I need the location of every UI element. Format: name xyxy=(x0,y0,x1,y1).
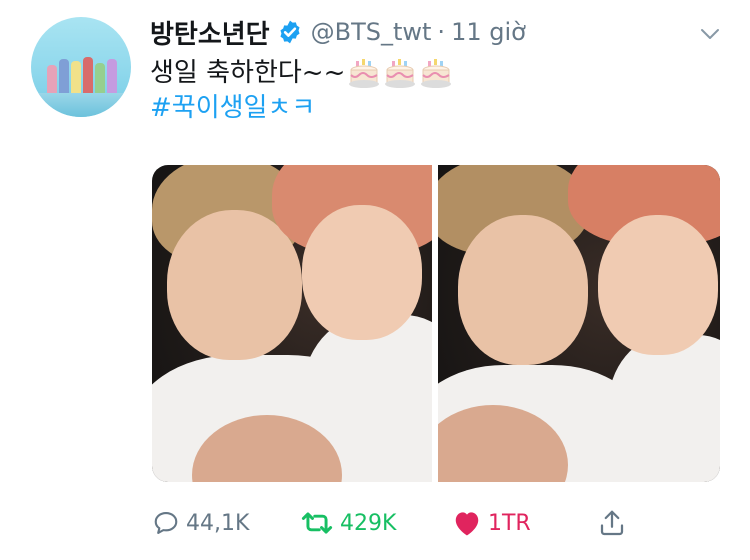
birthday-cake-icon xyxy=(419,57,453,91)
retweet-button[interactable]: 429K xyxy=(300,503,396,543)
tweet-actions: 44,1K 429K 1TR xyxy=(152,503,642,543)
like-button[interactable]: 1TR xyxy=(452,503,531,543)
like-count: 1TR xyxy=(488,510,531,536)
tweet-photo[interactable] xyxy=(152,165,432,482)
birthday-cake-icon xyxy=(347,57,381,91)
speech-bubble-icon xyxy=(154,512,178,534)
heart-icon xyxy=(455,512,479,536)
author-handle[interactable]: @BTS_twt xyxy=(311,18,432,46)
tweet-photo[interactable] xyxy=(438,165,720,482)
reply-button[interactable]: 44,1K xyxy=(152,503,249,543)
tweet-header: 방탄소년단 @BTS_twt · 11 giờ xyxy=(150,12,526,52)
author-name[interactable]: 방탄소년단 xyxy=(150,14,270,51)
reply-count: 44,1K xyxy=(186,510,250,536)
retweet-count: 429K xyxy=(340,510,397,536)
tweet-timestamp[interactable]: 11 giờ xyxy=(451,18,526,46)
tweet-media xyxy=(152,165,720,482)
verified-badge-icon xyxy=(277,19,303,45)
share-button[interactable] xyxy=(597,503,633,543)
retweet-arrows-icon xyxy=(301,512,333,534)
tweet-body: 생일 축하한다~~ #꾹이생일ㅊㅋ xyxy=(150,56,453,126)
profile-avatar[interactable] xyxy=(31,17,131,117)
tweet-text-line: 생일 축하한다~~ xyxy=(150,58,346,88)
birthday-cake-icon xyxy=(383,57,417,91)
share-upload-icon xyxy=(600,510,624,536)
separator: · xyxy=(437,18,446,46)
hashtag-link[interactable]: #꾹이생일ㅊㅋ xyxy=(150,91,315,126)
chevron-down-icon[interactable] xyxy=(698,22,722,46)
